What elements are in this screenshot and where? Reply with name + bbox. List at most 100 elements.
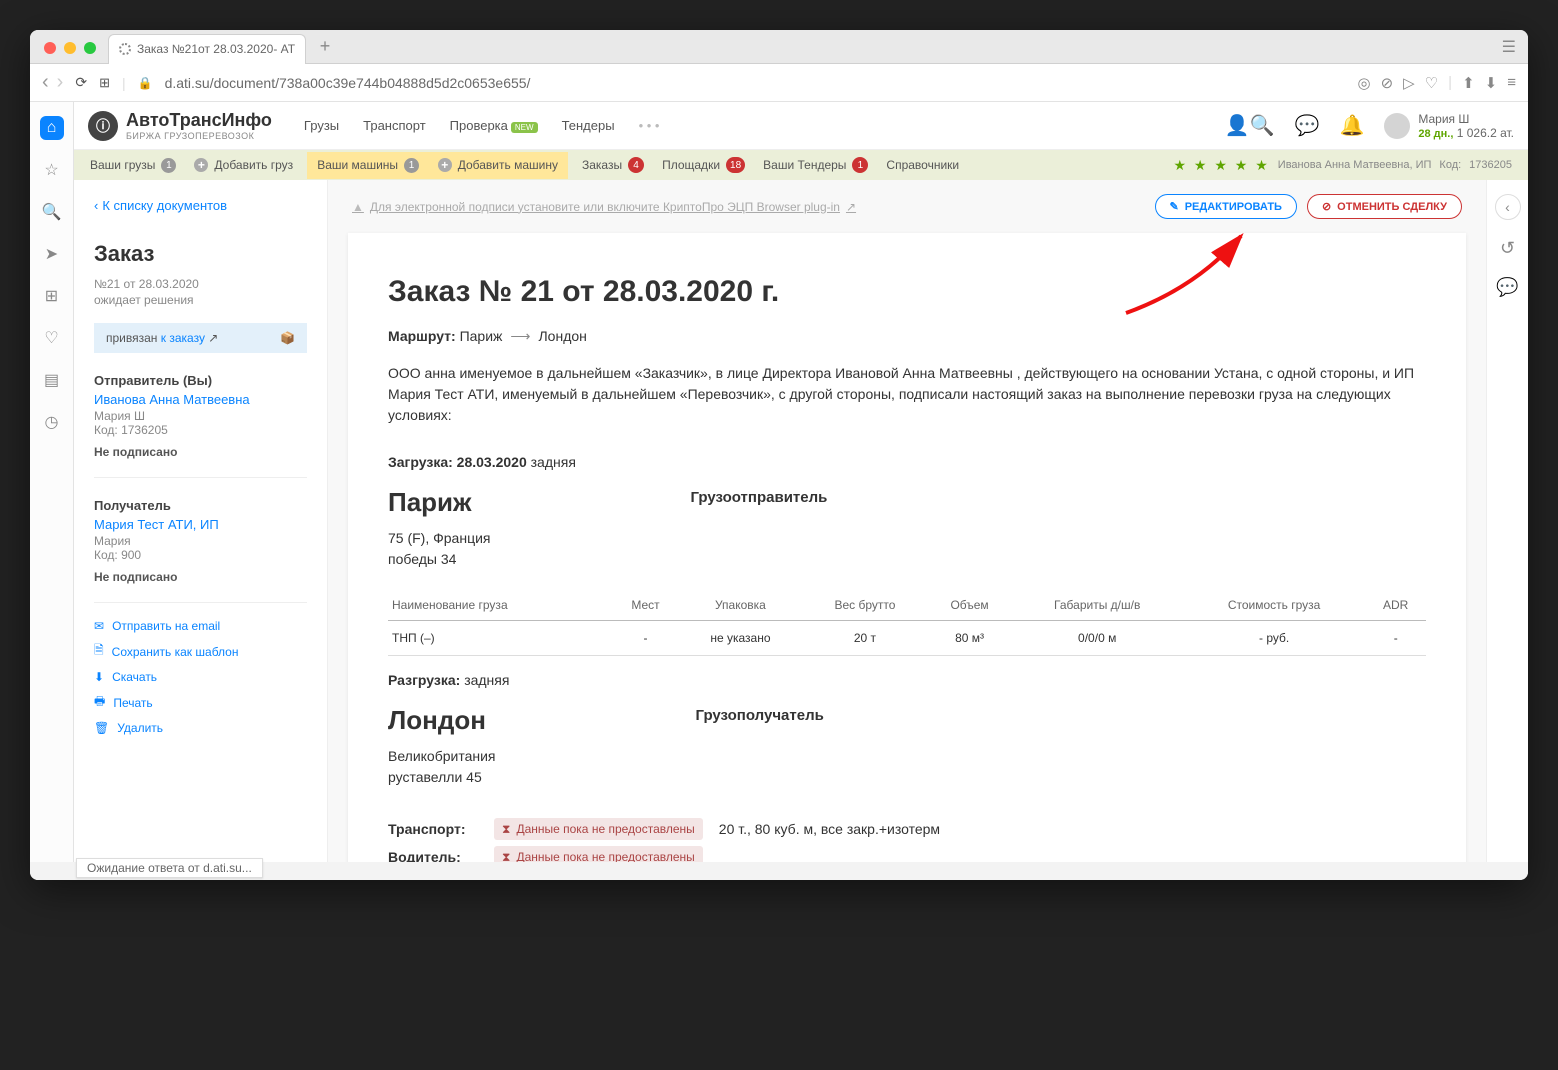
block-icon[interactable]: ⊘	[1381, 74, 1394, 92]
secondary-nav: Ваши грузы1 +Добавить груз Ваши машины 1…	[74, 150, 1528, 180]
doc-sidebar: ‹К списку документов Заказ №21 от 28.03.…	[74, 180, 328, 862]
country-from: 75 (F), Франция	[388, 528, 490, 549]
search-icon[interactable]: 🔍	[40, 200, 64, 224]
ribbon-tenders[interactable]: Ваши Тендеры1	[763, 157, 868, 173]
logo-icon[interactable]: ⓘ	[88, 111, 118, 141]
grid-icon[interactable]: ⊞	[99, 75, 110, 91]
order-status: ожидает решения	[94, 293, 307, 307]
file-icon: 🗎	[94, 641, 104, 662]
user-rating: 1 026.2 ат.	[1457, 126, 1514, 140]
crypto-warning-link[interactable]: ▲Для электронной подписи установите или …	[352, 200, 856, 214]
home-icon[interactable]: ⌂	[40, 116, 64, 140]
ribbon-your-cargo[interactable]: Ваши грузы1	[90, 158, 176, 173]
addr-to: руставелли 45	[388, 767, 496, 788]
status-tooltip: Ожидание ответа от d.ati.su...	[76, 858, 263, 878]
th-weight: Вес брутто	[802, 590, 927, 621]
minimize-window[interactable]	[64, 42, 76, 54]
news-icon[interactable]: ▤	[40, 368, 64, 392]
nav-transport[interactable]: Транспорт	[363, 118, 426, 133]
reload-button[interactable]: ⟳	[75, 74, 87, 91]
back-button[interactable]: ‹	[42, 71, 49, 94]
heart-icon[interactable]: ♡	[1425, 74, 1438, 92]
avatar[interactable]	[1384, 113, 1410, 139]
transport-specs: 20 т., 80 куб. м, все закр.+изотерм	[719, 819, 940, 840]
ribbon-add-cargo[interactable]: +Добавить груз	[194, 158, 293, 172]
doc-intro: ООО анна именуемое в дальнейшем «Заказчи…	[388, 363, 1426, 426]
ribbon-platforms[interactable]: Площадки18	[662, 157, 745, 173]
ribbon-orders[interactable]: Заказы4	[582, 157, 644, 173]
transport-row: Транспорт: ⧗Данные пока не предоставлены…	[388, 818, 1426, 840]
action-print[interactable]: 🖶Печать	[94, 692, 307, 713]
document-area: ▲Для электронной подписи установите или …	[328, 180, 1486, 862]
user-days: 28 дн.,	[1418, 128, 1453, 140]
ribbon-your-trucks[interactable]: Ваши машины 1 + Добавить машину	[307, 152, 568, 179]
warning-icon: ▲	[352, 200, 364, 214]
browser-tab[interactable]: Заказ №21от 28.03.2020- АТ	[108, 34, 306, 64]
table-row: ТНП (–)-не указано20 т80 м³0/0/0 м- руб.…	[388, 621, 1426, 656]
order-number: №21 от 28.03.2020	[94, 277, 307, 291]
download-icon[interactable]: ⬇	[1485, 74, 1498, 92]
th-dim: Габариты д/ш/в	[1012, 590, 1183, 621]
header-search-icon[interactable]: 👤🔍	[1225, 113, 1275, 138]
nav-more-icon[interactable]: • • •	[639, 118, 660, 133]
recipient-name[interactable]: Мария Тест АТИ, ИП	[94, 517, 307, 532]
nav-tenders[interactable]: Тендеры	[562, 118, 615, 133]
country-to: Великобритания	[388, 746, 496, 767]
back-to-list-link[interactable]: ‹К списку документов	[94, 198, 307, 213]
ribbon-directories[interactable]: Справочники	[886, 158, 959, 172]
history-icon[interactable]: ↺	[1500, 238, 1515, 259]
cargo-table: Наименование груза Мест Упаковка Вес бру…	[388, 590, 1426, 656]
play-icon[interactable]: ▷	[1403, 74, 1415, 92]
url-bar: ‹ › ⟳ ⊞ | 🔒 d.ati.su/document/738a00c39e…	[30, 64, 1528, 102]
nav-check[interactable]: ПроверкаNEW	[450, 118, 538, 133]
action-delete[interactable]: 🗑Удалить	[94, 721, 307, 735]
browser-tabbar: Заказ №21от 28.03.2020- АТ + ☰	[30, 30, 1528, 64]
send-icon[interactable]: ➤	[40, 242, 64, 266]
collapse-icon[interactable]: ‹	[1495, 194, 1521, 220]
clock-icon[interactable]: ◷	[40, 410, 64, 434]
loading-line: Загрузка: 28.03.2020 задняя	[388, 452, 1426, 473]
apps-icon[interactable]: ⊞	[40, 284, 64, 308]
ribbon-code: 1736205	[1469, 159, 1512, 171]
tab-menu-icon[interactable]: ☰	[1502, 37, 1516, 57]
bell-icon[interactable]: 🔔	[1339, 113, 1364, 138]
cancel-deal-button[interactable]: ⊘ОТМЕНИТЬ СДЕЛКУ	[1307, 194, 1462, 219]
recipient-person: Мария	[94, 534, 307, 548]
sender-unsigned: Не подписано	[94, 445, 307, 459]
th-vol: Объем	[928, 590, 1012, 621]
ribbon-owner[interactable]: Иванова Анна Матвеевна, ИП	[1278, 159, 1432, 171]
sender-name[interactable]: Иванова Анна Матвеевна	[94, 392, 307, 407]
hourglass-icon: ⧗	[502, 820, 510, 838]
nav-cargo[interactable]: Грузы	[304, 118, 339, 133]
forward-button[interactable]: ›	[57, 71, 64, 94]
camera-icon[interactable]: ◎	[1358, 74, 1371, 92]
action-download[interactable]: ⬇Скачать	[94, 670, 307, 684]
star-outline-icon[interactable]: ☆	[40, 158, 64, 182]
logo-text[interactable]: АвтоТрансИнфо	[126, 110, 272, 131]
doc-title: Заказ № 21 от 28.03.2020 г.	[388, 269, 1426, 314]
action-email[interactable]: ✉Отправить на email	[94, 619, 307, 633]
user-name[interactable]: Мария Ш	[1418, 112, 1514, 126]
edit-button[interactable]: ✎РЕДАКТИРОВАТЬ	[1155, 194, 1297, 219]
hourglass-icon: ⧗	[502, 848, 510, 862]
action-save-template[interactable]: 🗎Сохранить как шаблон	[94, 641, 307, 662]
maximize-window[interactable]	[84, 42, 96, 54]
th-pack: Упаковка	[679, 590, 803, 621]
sender-label: Отправитель (Вы)	[94, 373, 307, 388]
chat-icon[interactable]: 💬	[1295, 113, 1320, 138]
bound-to-order[interactable]: привязан к заказу ↗ 📦	[94, 323, 307, 353]
loading-spinner-icon	[119, 43, 131, 55]
unloading-line: Разгрузка: задняя	[388, 670, 1426, 691]
mail-icon: ✉	[94, 619, 104, 633]
url-field[interactable]: d.ati.su/document/738a00c39e744b04888d5d…	[165, 75, 1346, 91]
menu-icon[interactable]: ≡	[1507, 74, 1516, 91]
tab-title: Заказ №21от 28.03.2020- АТ	[137, 42, 295, 56]
share-icon[interactable]: ⬆	[1462, 74, 1475, 92]
heart-icon[interactable]: ♡	[40, 326, 64, 350]
addr-from: победы 34	[388, 549, 490, 570]
comments-icon[interactable]: 💬	[1496, 277, 1518, 298]
package-icon: 📦	[280, 331, 295, 345]
logo-subtitle: БИРЖА ГРУЗОПЕРЕВОЗОК	[126, 131, 272, 141]
new-tab-button[interactable]: +	[314, 36, 336, 58]
close-window[interactable]	[44, 42, 56, 54]
